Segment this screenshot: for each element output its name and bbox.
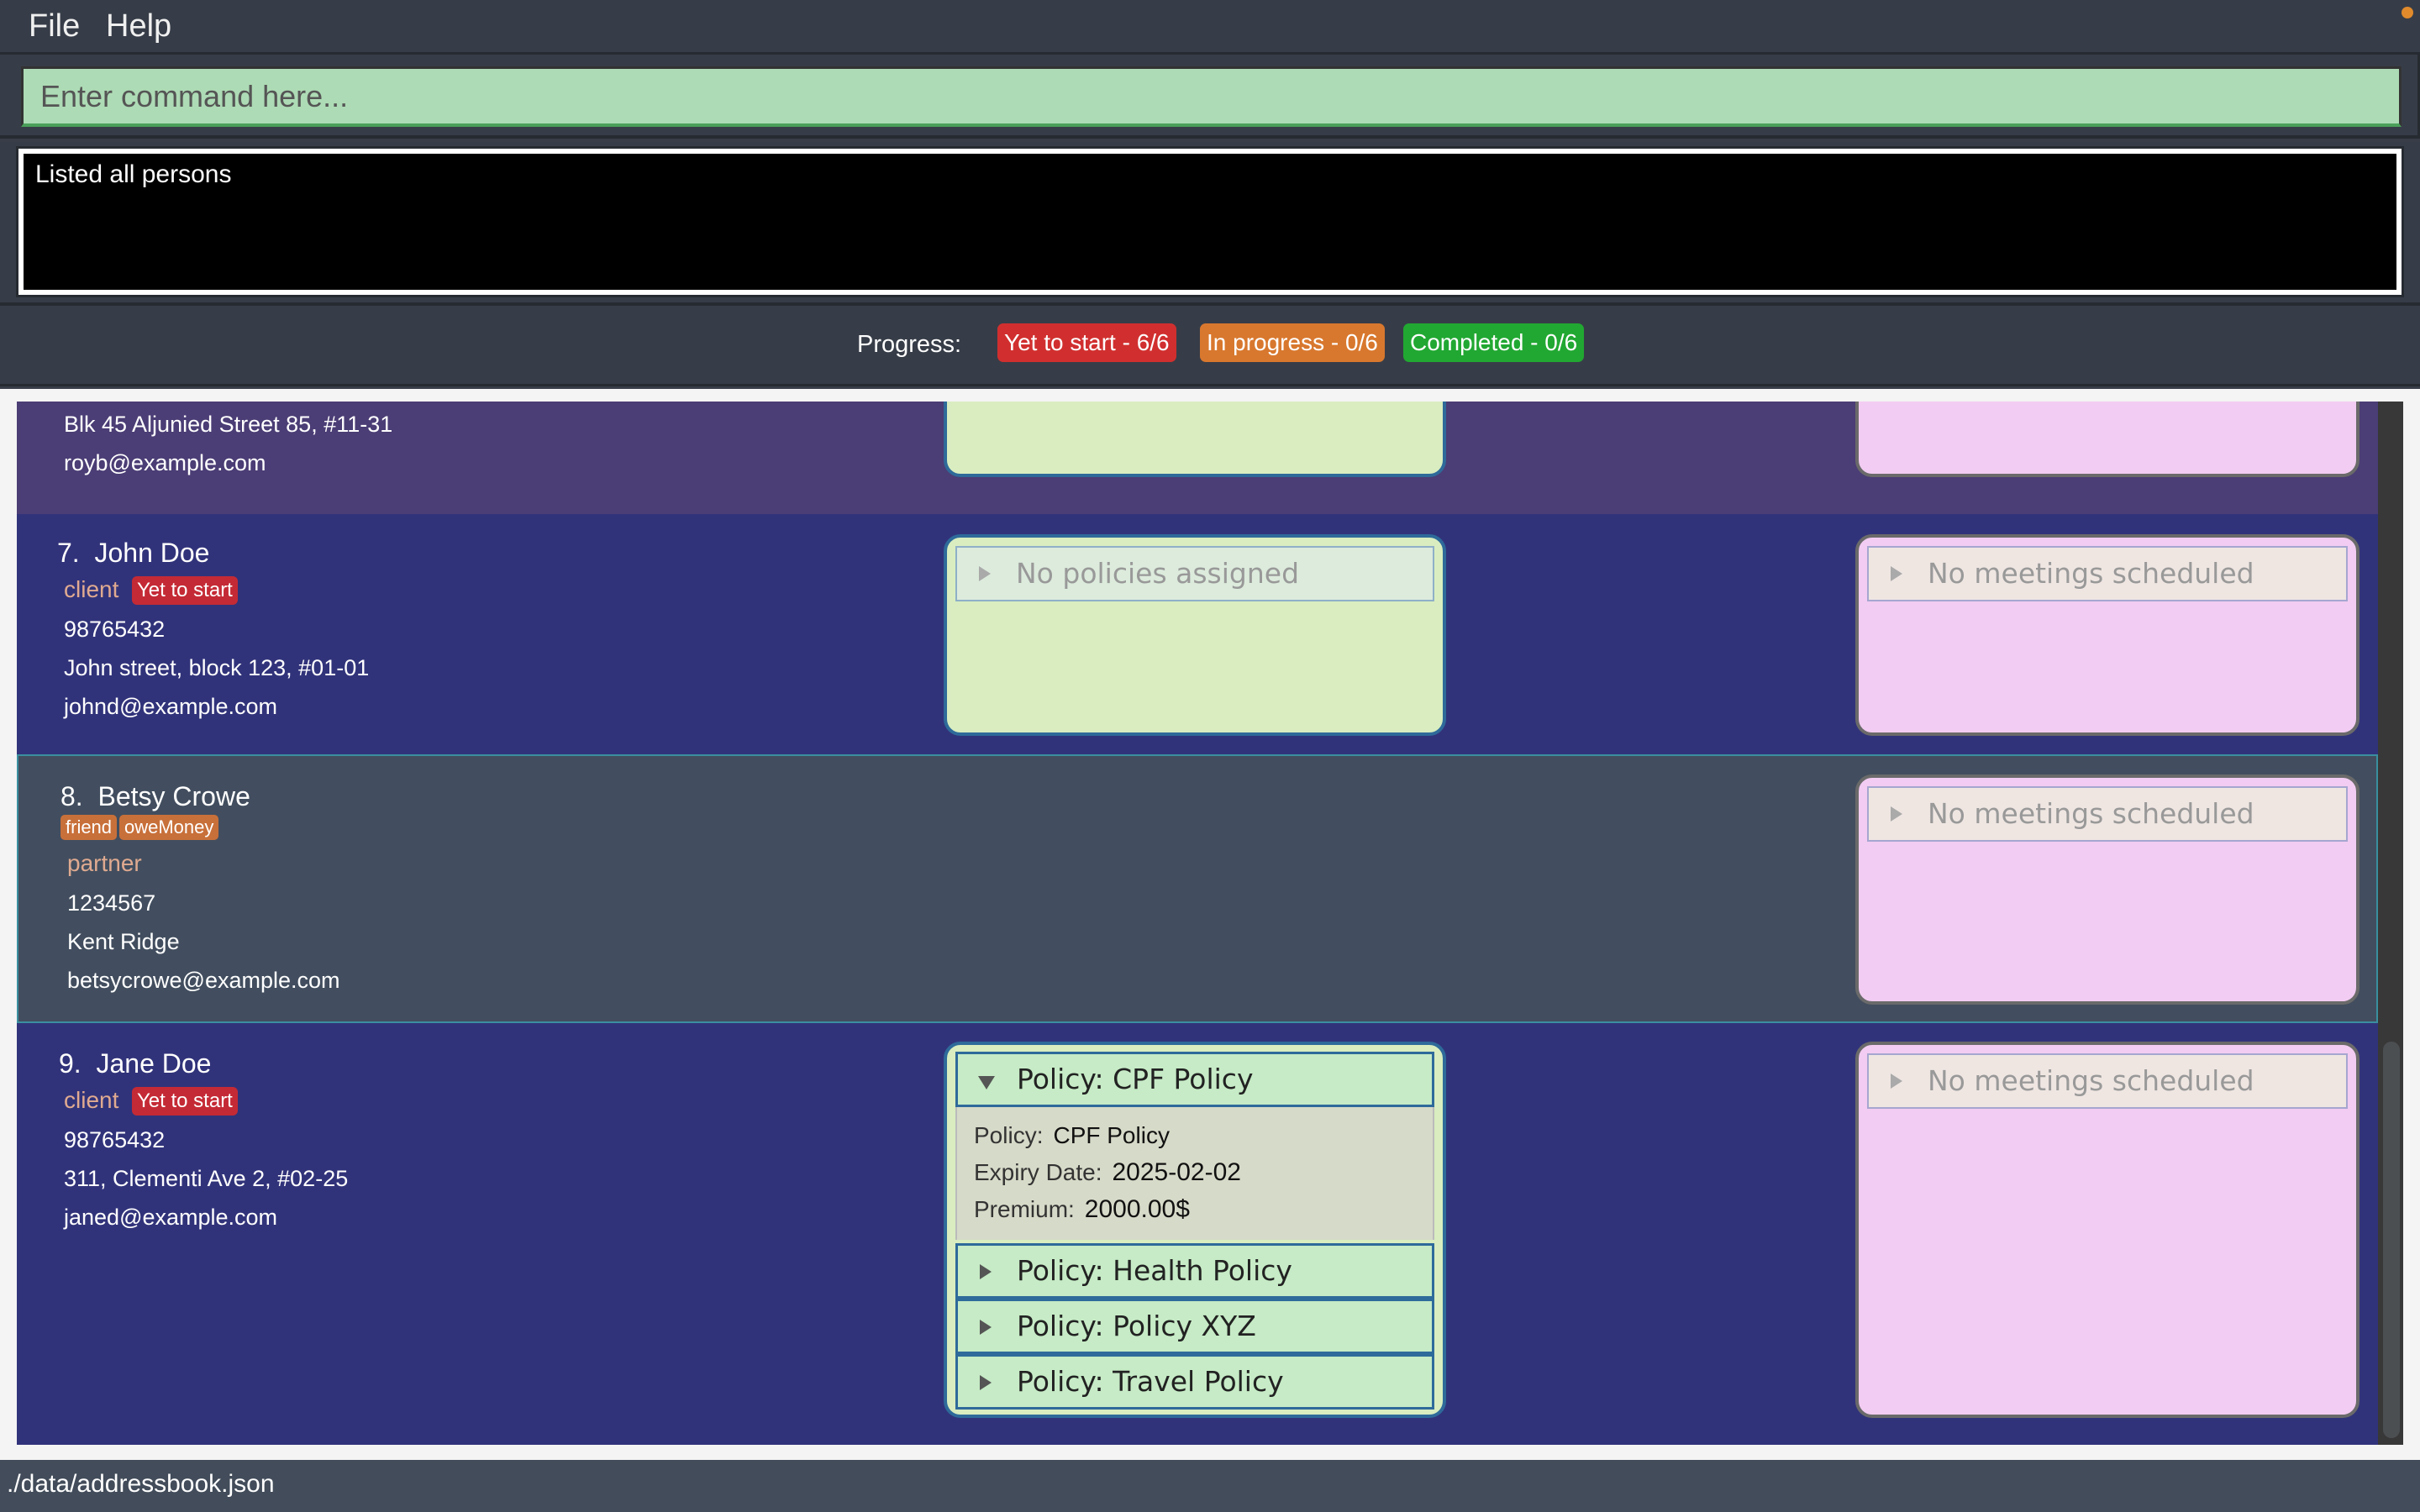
policy-details: Policy: CPF Policy Expiry Date: 2025-02-02… [955,1107,1434,1240]
person-email: johnd@example.com [64,694,278,719]
expiry-row: Expiry Date: 2025-02-02 [974,1154,1416,1191]
menu-bar: File Help [0,0,2420,55]
policy-panel [944,402,1446,477]
meetings-empty-header[interactable]: No meetings scheduled [1867,1053,2348,1109]
person-list: Blk 45 Aljunied Street 85, #11-31 royb@e… [0,389,2420,1460]
menu-file[interactable]: File [29,8,80,45]
person-role: client [64,1087,119,1113]
policy-title: Policy: Policy XYZ [1017,1310,1256,1342]
premium-label: Premium: [974,1196,1075,1222]
policy-title: Policy: Health Policy [1017,1254,1292,1287]
premium-value: 2000.00$ [1084,1195,1190,1223]
result-pane: Listed all persons [0,142,2420,306]
collapse-triangle-icon [978,1076,995,1089]
premium-row: Premium: 2000.00$ [974,1191,1416,1228]
progress-badge-completed: Completed - 0/6 [1403,323,1585,362]
person-email: betsycrowe@example.com [67,968,340,993]
list-scrollbar[interactable] [2378,402,2403,1445]
expand-triangle-icon [1891,1074,1902,1089]
policy-title: Policy: CPF Policy [1017,1063,1254,1095]
app-window: File Help Listed all persons Progress: Y… [0,0,2420,1512]
policy-value: CPF Policy [1053,1122,1170,1148]
command-input[interactable] [21,66,2402,127]
meetings-empty-label: No meetings scheduled [1928,1064,2254,1097]
status-tag: Yet to start [132,576,238,605]
expand-triangle-icon [980,1264,992,1279]
person-card-9[interactable]: 9. Jane Doe client Yet to start 98765432… [17,1023,2378,1445]
result-display: Listed all persons [16,146,2404,297]
person-address: 311, Clementi Ave 2, #02-25 [64,1166,349,1191]
expiry-label: Expiry Date: [974,1159,1102,1185]
person-phone: 1234567 [67,890,156,916]
person-address: Blk 45 Aljunied Street 85, #11-31 [64,412,393,437]
person-address: John street, block 123, #01-01 [64,655,370,680]
scrollbar-thumb[interactable] [2383,1042,2400,1438]
meeting-panel: No meetings scheduled [1855,534,2360,736]
tag-friend: friend [60,815,118,840]
tag-owemoney: oweMoney [119,815,219,840]
progress-bar: Progress: Yet to start - 6/6 In progress… [0,306,2420,386]
person-card-7[interactable]: 7. John Doe client Yet to start 98765432… [17,514,2378,754]
policy-pane-cpf[interactable]: Policy: CPF Policy [955,1052,1434,1107]
expand-triangle-icon [1891,566,1902,581]
meetings-empty-header[interactable]: No meetings scheduled [1867,786,2348,842]
person-role: partner [67,850,142,876]
person-email: janed@example.com [64,1205,278,1230]
expiry-value: 2025-02-02 [1112,1158,1241,1186]
person-card-8[interactable]: 8. Betsy Crowe friend oweMoney partner 1… [17,754,2378,1023]
policies-empty-label: No policies assigned [1016,557,1300,590]
policies-empty-header[interactable]: No policies assigned [955,546,1434,601]
person-role: client [64,576,119,602]
person-name: 8. Betsy Crowe [60,781,250,811]
result-message: Listed all persons [35,160,232,188]
policy-panel: Policy: CPF Policy Policy: CPF Policy Exp… [944,1042,1446,1418]
person-phone: 98765432 [64,1127,166,1152]
window-indicator-dot [2402,7,2413,18]
progress-badge-in-progress: In progress - 0/6 [1200,323,1385,362]
command-pane [0,55,2420,139]
meetings-empty-label: No meetings scheduled [1928,797,2254,830]
meeting-panel: No meetings scheduled [1855,774,2360,1005]
expand-triangle-icon [980,1375,992,1390]
progress-label: Progress: [857,331,962,358]
meetings-empty-header[interactable]: No meetings scheduled [1867,546,2348,601]
policy-label: Policy: [974,1122,1044,1148]
meeting-panel [1855,402,2360,477]
policy-pane-health[interactable]: Policy: Health Policy [955,1243,1434,1299]
expand-triangle-icon [980,1320,992,1335]
policy-pane-xyz[interactable]: Policy: Policy XYZ [955,1299,1434,1354]
person-phone: 98765432 [64,617,166,642]
policy-name-row: Policy: CPF Policy [974,1117,1416,1154]
policy-title: Policy: Travel Policy [1017,1365,1284,1398]
person-email: royb@example.com [64,450,266,475]
status-bar: ./data/addressbook.json [0,1460,2420,1512]
progress-badge-yet-to-start: Yet to start - 6/6 [997,323,1176,362]
person-address: Kent Ridge [67,929,180,954]
menu-help[interactable]: Help [106,8,171,45]
person-name: 7. John Doe [57,538,210,568]
person-name: 9. Jane Doe [59,1048,212,1079]
policy-pane-travel[interactable]: Policy: Travel Policy [955,1354,1434,1410]
data-file-path: ./data/addressbook.json [7,1470,275,1498]
status-tag: Yet to start [132,1087,238,1116]
expand-triangle-icon [1891,806,1902,822]
policy-panel: No policies assigned [944,534,1446,736]
expand-triangle-icon [979,566,991,581]
person-card-6[interactable]: Blk 45 Aljunied Street 85, #11-31 royb@e… [17,402,2378,514]
meeting-panel: No meetings scheduled [1855,1042,2360,1418]
meetings-empty-label: No meetings scheduled [1928,557,2254,590]
